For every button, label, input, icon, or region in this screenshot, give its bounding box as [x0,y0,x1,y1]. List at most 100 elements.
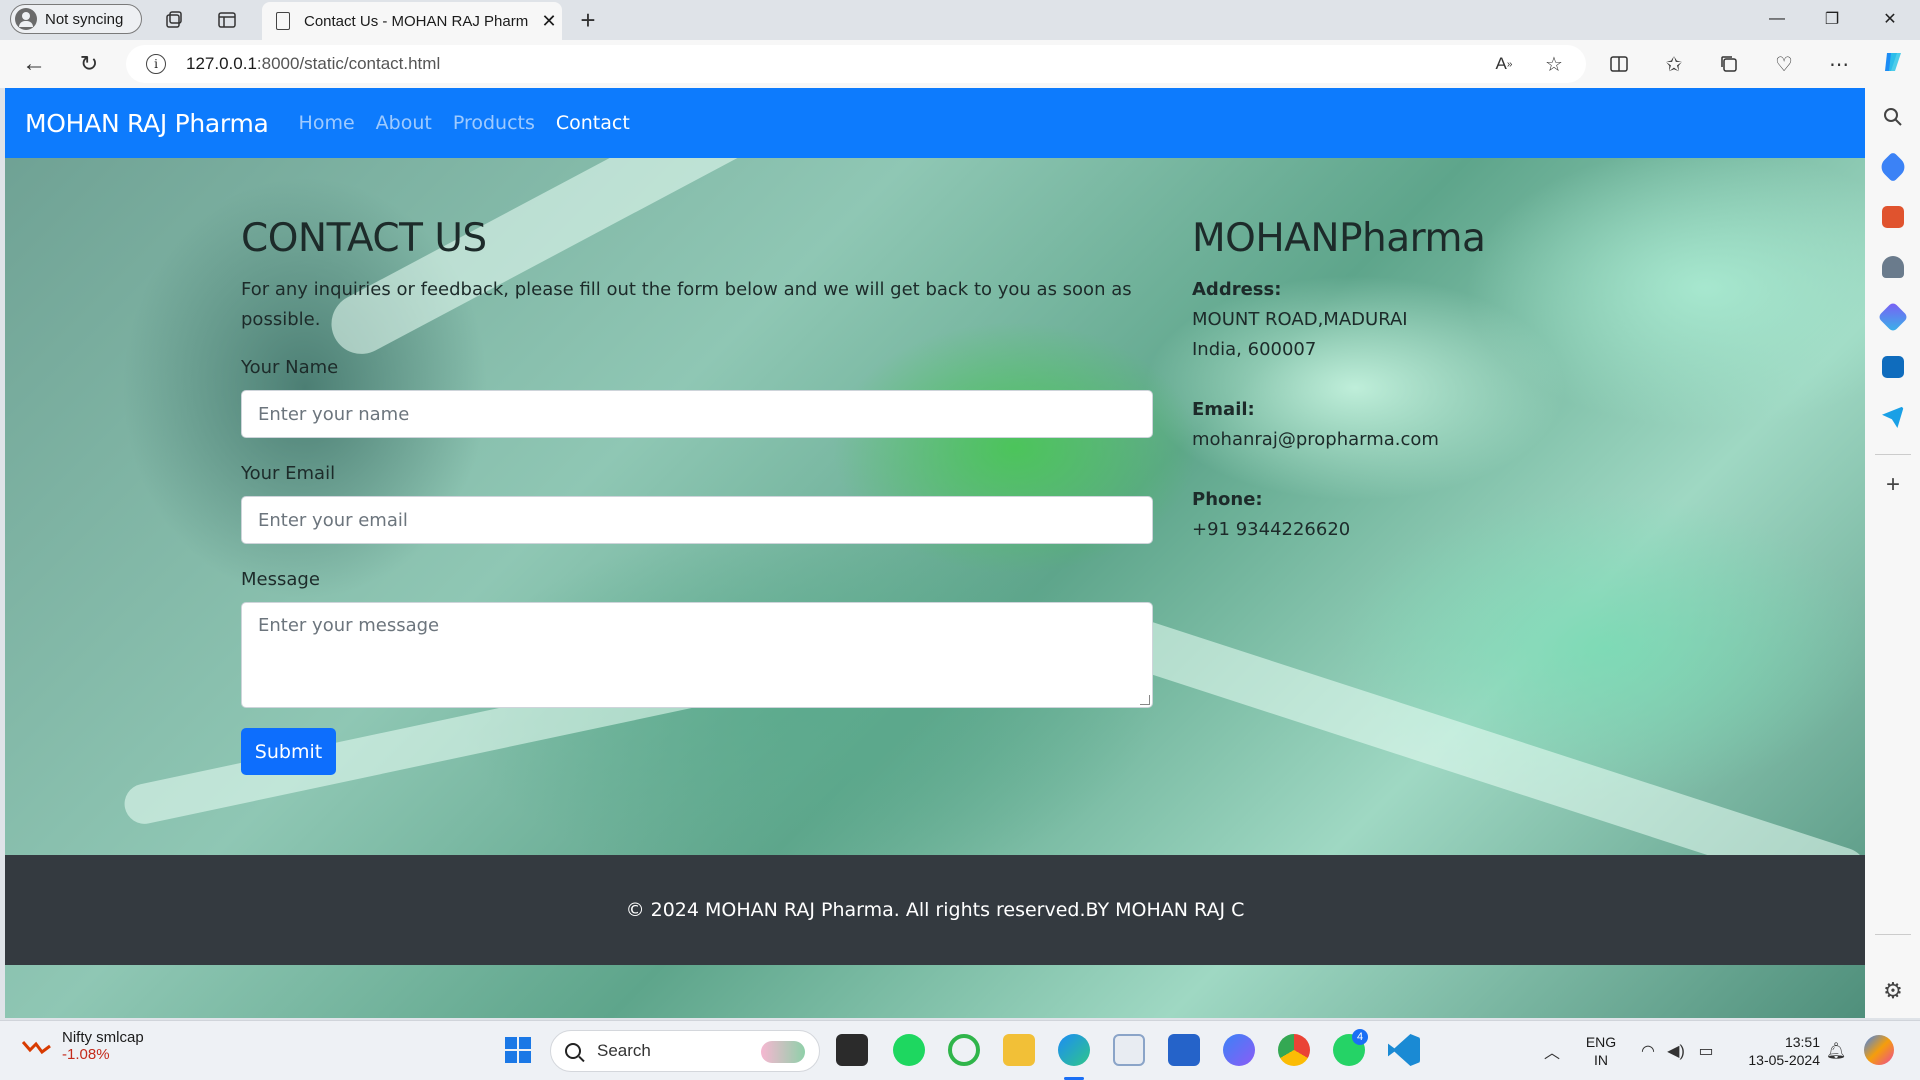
arc-app-icon[interactable] [1223,1034,1255,1066]
stock-change: -1.08% [62,1046,110,1063]
python-app-icon[interactable] [1113,1034,1145,1066]
vscode-icon[interactable] [1388,1034,1420,1066]
wifi-icon[interactable]: ◠ [1634,1037,1662,1065]
submit-button[interactable]: Submit [241,728,336,775]
games-icon[interactable] [1882,256,1904,278]
profile-label: Not syncing [45,10,124,28]
chrome-icon[interactable] [1278,1034,1310,1066]
company-info-section: MOHANPharma Address: MOUNT ROAD,MADURAI … [1192,216,1752,545]
phone-value: +91 9344226620 [1192,519,1351,540]
nav-products[interactable]: Products [453,112,535,134]
clock-time: 13:51 [1784,1034,1820,1050]
notification-bell-icon[interactable]: 🔔︎ [1822,1037,1850,1065]
address-bar[interactable]: i 127.0.0.1:8000/static/contact.html [126,45,1586,83]
microsoft-store-icon[interactable] [1168,1034,1200,1066]
split-screen-icon[interactable] [1605,50,1633,78]
resize-grip-icon[interactable] [1140,695,1150,705]
name-input[interactable]: Enter your name [241,390,1153,438]
new-tab-icon[interactable]: + [574,5,602,35]
contact-heading: CONTACT US [241,216,487,261]
copilot-icon[interactable] [1880,48,1908,76]
message-textarea[interactable]: Enter your message [241,602,1153,708]
microsoft365-icon[interactable] [1877,301,1909,333]
back-icon[interactable]: ← [20,50,48,78]
email-input[interactable]: Enter your email [241,496,1153,544]
name-label: Your Name [241,357,339,378]
profile-button[interactable]: Not syncing [10,4,142,34]
browser-toolbar: ← ↻ i 127.0.0.1:8000/static/contact.html… [0,40,1920,88]
close-tab-icon[interactable]: ✕ [536,11,562,32]
task-view-icon[interactable] [836,1034,868,1066]
tools-icon[interactable] [1882,206,1904,228]
workspaces-icon[interactable] [160,6,188,34]
sidebar-search-icon[interactable] [1882,106,1904,128]
taskbar-search[interactable]: Search [550,1030,820,1072]
edge-icon[interactable] [1058,1034,1090,1066]
shopping-tag-icon[interactable] [1877,151,1909,183]
clock-date: 13-05-2024 [1748,1052,1820,1068]
send-icon[interactable] [1882,406,1904,428]
url-path: :8000/static/contact.html [256,54,441,73]
site-info-icon[interactable]: i [146,54,166,74]
company-name: MOHANPharma [1192,216,1486,261]
volume-icon[interactable]: ◀) [1662,1037,1690,1065]
windows-start-icon[interactable] [502,1034,534,1066]
tab-title: Contact Us - MOHAN RAJ Pharm [304,12,529,30]
address-label: Address: [1192,279,1282,300]
browser-sidebar: + ⚙ [1865,88,1920,1018]
sidebar-divider-bottom [1875,934,1911,935]
language-indicator[interactable]: ENG IN [1584,1033,1618,1069]
search-label: Search [597,1041,651,1060]
favorite-star-icon[interactable]: ☆ [1540,50,1568,78]
whatsapp-badge: 4 [1352,1029,1368,1045]
nav-contact[interactable]: Contact [556,112,630,134]
close-window-icon[interactable]: ✕ [1868,4,1912,34]
lang-line-1: ENG [1585,1034,1617,1050]
email-placeholder: Enter your email [258,509,408,531]
browser-tab-bar: Not syncing Contact Us - MOHAN RAJ Pharm… [0,0,1920,40]
sync-app-icon[interactable] [948,1034,980,1066]
restore-icon[interactable]: ❐ [1810,4,1854,34]
page-icon [276,12,290,30]
favorites-icon[interactable]: ✩ [1660,50,1688,78]
more-options-icon[interactable]: ⋯ [1825,50,1853,78]
collections-icon[interactable] [1715,50,1743,78]
browser-essentials-icon[interactable]: ♡ [1770,50,1798,78]
email-info-label: Email: [1192,399,1255,420]
email-label: Your Email [241,463,336,484]
spotify-icon[interactable] [893,1034,925,1066]
clock[interactable]: 13:51 13-05-2024 [1736,1033,1820,1069]
sidebar-settings-icon[interactable]: ⚙ [1882,980,1904,1002]
contact-form-section: CONTACT US For any inquiries or feedback… [241,216,1153,775]
site-brand[interactable]: MOHAN RAJ Pharma [25,109,269,138]
nav-home[interactable]: Home [299,112,355,134]
contact-intro: For any inquiries or feedback, please fi… [241,279,1132,330]
email-info-value: mohanraj@propharma.com [1192,429,1439,450]
sidebar-divider [1875,454,1911,455]
search-highlight-icon [761,1041,805,1063]
stock-trend-icon [21,1036,52,1056]
read-aloud-icon[interactable]: A» [1490,50,1518,78]
profile-avatar-icon [15,8,37,30]
battery-icon[interactable]: ▭ [1692,1037,1720,1065]
add-sidebar-app-icon[interactable]: + [1882,473,1904,497]
refresh-icon[interactable]: ↻ [75,50,103,78]
site-footer: © 2024 MOHAN RAJ Pharma. All rights rese… [5,855,1865,965]
phone-label: Phone: [1192,489,1263,510]
lang-line-2: IN [1594,1052,1608,1068]
message-label: Message [241,569,320,590]
address-line-2: India, 600007 [1192,339,1317,360]
nav-about[interactable]: About [376,112,432,134]
copilot-taskbar-icon[interactable] [1864,1035,1894,1065]
file-explorer-icon[interactable] [1003,1034,1035,1066]
active-tab[interactable]: Contact Us - MOHAN RAJ Pharm ✕ [262,2,562,40]
minimize-icon[interactable]: — [1755,4,1799,34]
stock-widget[interactable]: Nifty smlcap -1.08% [21,1029,144,1063]
tray-overflow-icon[interactable]: ︿ [1538,1037,1566,1065]
site-navbar: MOHAN RAJ Pharma Home About Products Con… [5,88,1865,158]
message-placeholder: Enter your message [258,615,440,636]
tab-actions-icon[interactable] [213,6,241,34]
footer-text: © 2024 MOHAN RAJ Pharma. All rights rese… [625,899,1245,921]
outlook-icon[interactable] [1882,356,1904,378]
windows-taskbar: Nifty smlcap -1.08% Search 4 ︿ ENG IN ◠ … [0,1020,1920,1080]
